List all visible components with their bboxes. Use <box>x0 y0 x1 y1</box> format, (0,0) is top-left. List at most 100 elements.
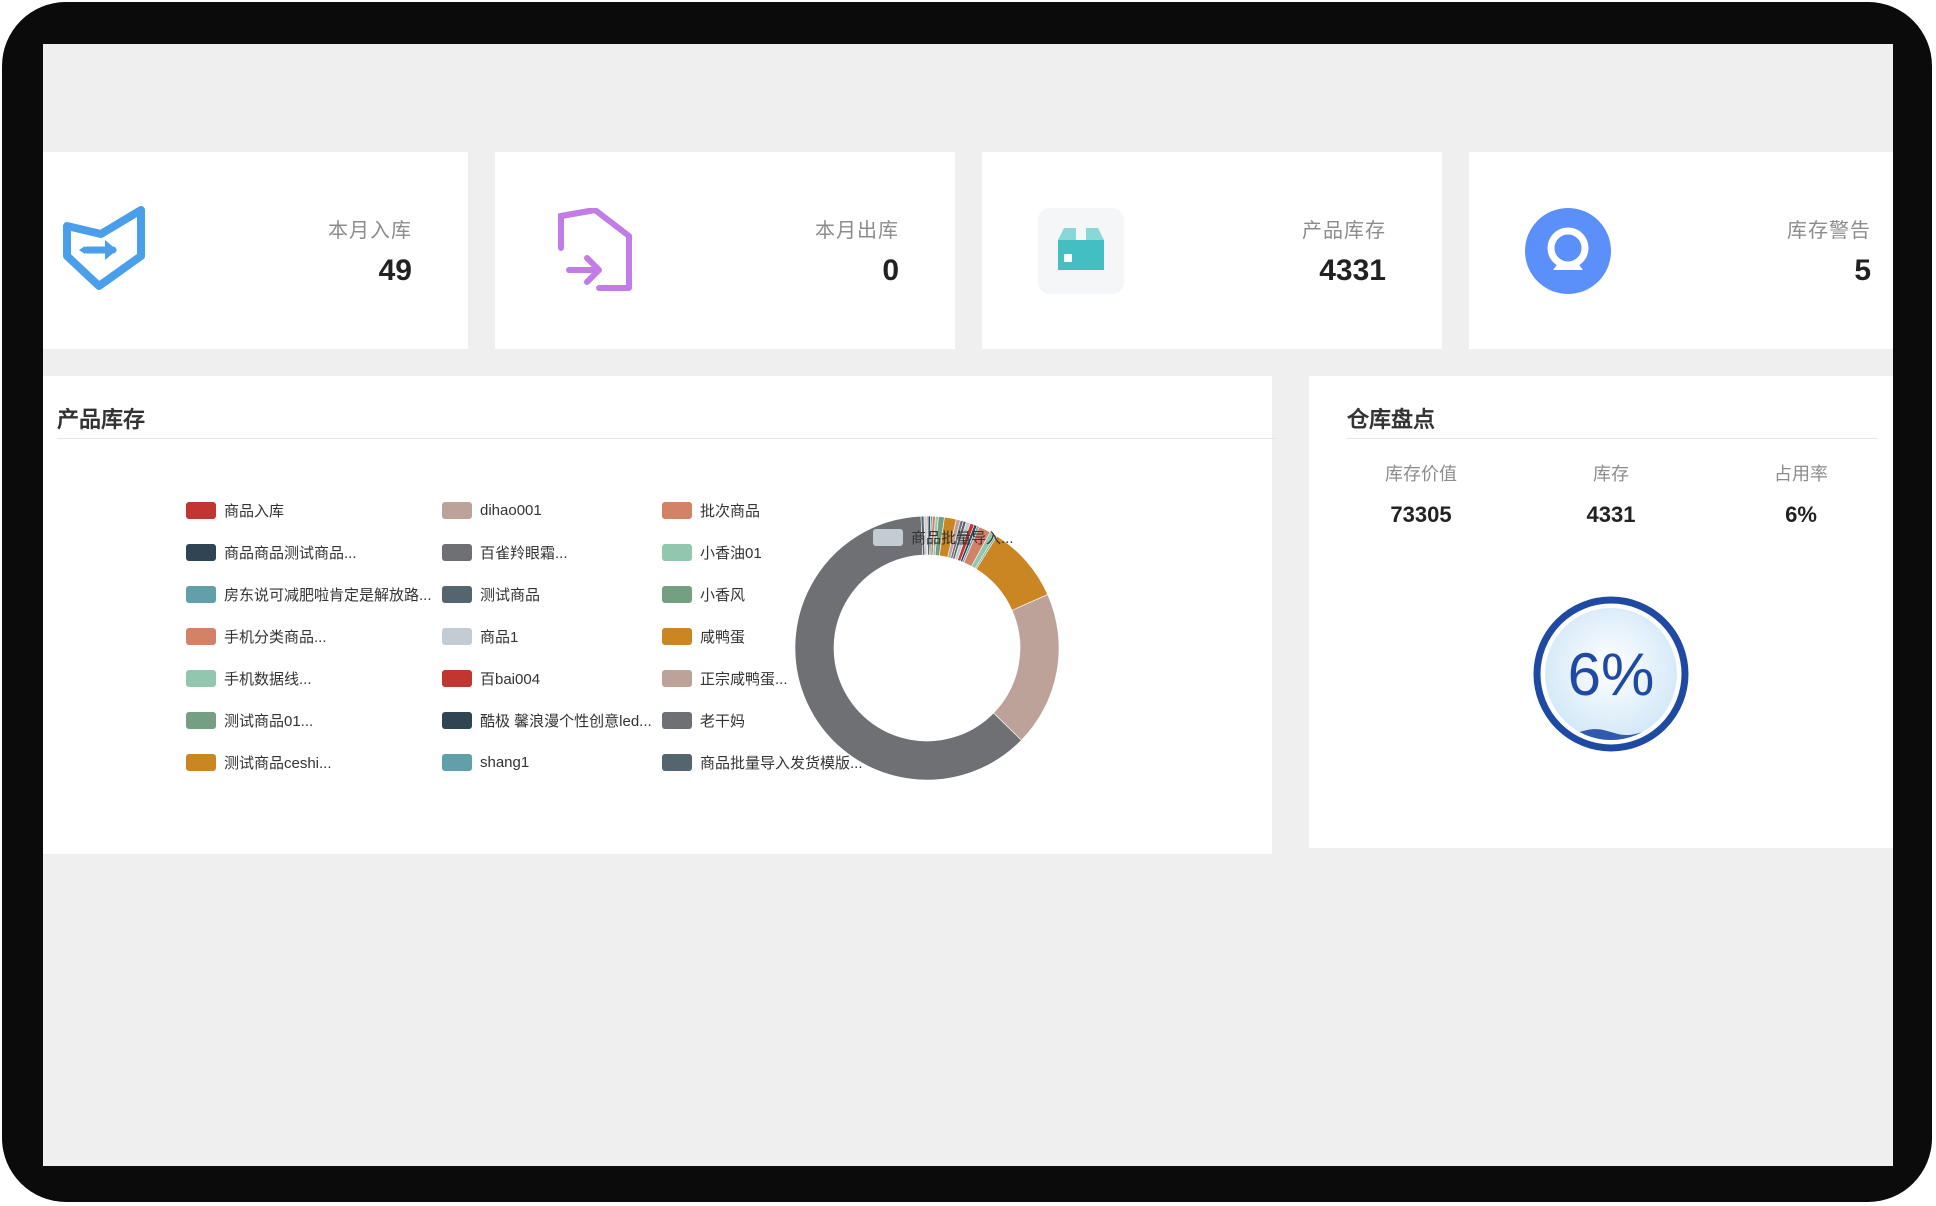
legend-item[interactable]: 酷极 馨浪漫个性创意led... <box>442 710 652 730</box>
inventory-stock-column: 库存 4331 <box>1521 460 1701 528</box>
legend-swatch <box>186 753 216 771</box>
legend-swatch <box>442 753 472 771</box>
legend-label: 酷极 馨浪漫个性创意led... <box>480 712 652 730</box>
legend-label: 老干妈 <box>700 712 746 730</box>
legend-label: shang1 <box>480 753 530 771</box>
legend-label: 小香风 <box>700 586 746 604</box>
stat-card-inbound[interactable]: 本月入库 49 <box>43 152 468 349</box>
occupancy-column: 占用率 6% <box>1711 460 1891 528</box>
inventory-value-label: 库存价值 <box>1385 464 1457 484</box>
stat-label: 库存警告 <box>1787 220 1871 242</box>
legend-label: 小香油01 <box>700 544 762 562</box>
legend-swatch <box>662 711 692 729</box>
divider <box>1347 438 1877 439</box>
stock-donut-chart <box>794 515 1060 781</box>
legend-item[interactable]: 商品入库 <box>186 500 284 520</box>
legend-item[interactable]: 咸鸭蛋 <box>662 626 745 646</box>
inventory-stock-label: 库存 <box>1593 464 1629 484</box>
webcam-warning-icon <box>1525 208 1611 299</box>
legend-item[interactable]: 正宗咸鸭蛋... <box>662 668 788 688</box>
legend-item[interactable]: 手机分类商品... <box>186 626 327 646</box>
divider <box>57 438 1277 439</box>
legend-swatch <box>662 669 692 687</box>
legend-item[interactable]: shang1 <box>442 752 529 772</box>
stat-value: 49 <box>378 254 412 287</box>
legend-label: 正宗咸鸭蛋... <box>700 670 788 688</box>
panel-title: 产品库存 <box>57 407 146 432</box>
legend-item[interactable]: 百bai004 <box>442 668 540 688</box>
legend-label: 百bai004 <box>480 670 541 688</box>
legend-swatch <box>186 543 216 561</box>
legend-swatch <box>186 627 216 645</box>
stat-card-outbound[interactable]: 本月出库 0 <box>495 152 955 349</box>
inventory-value-column: 库存价值 73305 <box>1331 460 1511 528</box>
legend-swatch <box>442 669 472 687</box>
legend-label: 手机数据线... <box>224 670 312 688</box>
legend-label: 手机分类商品... <box>224 628 327 646</box>
legend-swatch <box>662 543 692 561</box>
chart-tooltip: 商品批量导入... <box>873 527 1014 547</box>
tooltip-label: 商品批量导入... <box>911 529 1014 547</box>
legend-swatch <box>442 501 472 519</box>
legend-item[interactable]: 小香油01 <box>662 542 762 562</box>
stat-label: 本月出库 <box>815 220 899 242</box>
legend-swatch <box>186 669 216 687</box>
legend-item[interactable]: 测试商品ceshi... <box>186 752 332 772</box>
stat-label: 本月入库 <box>328 220 412 242</box>
legend-label: 商品入库 <box>224 502 285 520</box>
legend-swatch <box>662 627 692 645</box>
stat-value: 4331 <box>1319 254 1386 287</box>
legend-swatch <box>442 711 472 729</box>
stat-value: 5 <box>1854 254 1871 287</box>
stat-card-stock[interactable]: 产品库存 4331 <box>982 152 1442 349</box>
panel-title: 仓库盘点 <box>1347 407 1436 432</box>
legend-item[interactable]: 手机数据线... <box>186 668 312 688</box>
stat-value: 0 <box>882 254 899 287</box>
legend-label: 测试商品ceshi... <box>224 754 332 772</box>
legend-item[interactable]: 商品商品测试商品... <box>186 542 357 562</box>
legend-item[interactable]: 测试商品 <box>442 584 540 604</box>
house-arrow-out-icon <box>555 207 635 299</box>
legend-item[interactable]: 商品1 <box>442 626 518 646</box>
donut-slice[interactable] <box>993 594 1060 741</box>
legend-item[interactable]: 房东说可减肥啦肯定是解放路... <box>186 584 432 604</box>
inventory-stock-value: 4331 <box>1586 502 1636 527</box>
legend-swatch <box>442 585 472 603</box>
warehouse-panel: 仓库盘点 库存价值 73305 库存 4331 占用率 6% 6% <box>1309 376 1893 848</box>
legend-swatch <box>662 585 692 603</box>
legend-swatch <box>186 711 216 729</box>
legend-swatch <box>186 585 216 603</box>
legend-item[interactable]: dihao001 <box>442 500 542 520</box>
legend-swatch <box>186 501 216 519</box>
legend-label: 百雀羚眼霜... <box>480 544 568 562</box>
box-icon <box>1038 208 1124 294</box>
legend-label: 房东说可减肥啦肯定是解放路... <box>224 586 432 604</box>
occupancy-label: 占用率 <box>1774 464 1828 484</box>
legend-swatch <box>662 753 692 771</box>
legend-swatch <box>873 528 903 546</box>
legend-label: 商品商品测试商品... <box>224 544 357 562</box>
legend-item[interactable]: 批次商品 <box>662 500 760 520</box>
legend-label: 批次商品 <box>700 502 761 520</box>
legend-swatch <box>662 501 692 519</box>
legend-label: dihao001 <box>480 501 542 519</box>
dashboard-screen: 本月入库 49 本月出库 0 产品库存 4331 库存警告 5 产品库存 商品入… <box>43 44 1893 1166</box>
product-stock-panel: 产品库存 商品入库商品商品测试商品... 房东说可减肥啦肯定是解放路... 手机分类… <box>43 376 1277 854</box>
occupancy-value: 6% <box>1785 502 1817 527</box>
legend-item[interactable]: 老干妈 <box>662 710 745 730</box>
legend-label: 测试商品01... <box>224 712 314 730</box>
occupancy-gauge: 6% <box>1531 594 1691 754</box>
legend-label: 商品1 <box>480 628 519 646</box>
legend-item[interactable]: 小香风 <box>662 584 745 604</box>
legend-swatch <box>442 543 472 561</box>
stat-label: 产品库存 <box>1302 220 1386 242</box>
legend-item[interactable]: 测试商品01... <box>186 710 313 730</box>
legend-label: 咸鸭蛋 <box>700 628 746 646</box>
gauge-percent-text: 6% <box>1567 640 1655 708</box>
legend-label: 测试商品 <box>480 586 541 604</box>
shield-arrow-in-icon <box>61 204 145 297</box>
legend-swatch <box>442 627 472 645</box>
inventory-value: 73305 <box>1390 502 1452 527</box>
legend-item[interactable]: 百雀羚眼霜... <box>442 542 568 562</box>
stat-card-warning[interactable]: 库存警告 5 <box>1469 152 1893 349</box>
